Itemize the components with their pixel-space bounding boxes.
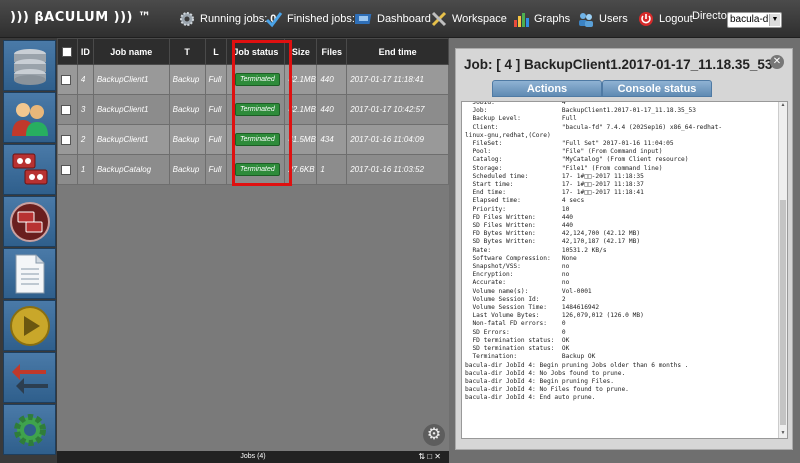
- sidebar-volumes-button[interactable]: [3, 144, 56, 195]
- col-type[interactable]: T: [168, 38, 206, 65]
- running-jobs-indicator[interactable]: Running jobs: 0: [178, 10, 276, 28]
- job-files: 434: [316, 124, 348, 155]
- left-sidebar: [0, 38, 57, 463]
- row-checkbox[interactable]: [61, 134, 71, 145]
- job-name: BackupClient1: [92, 124, 170, 155]
- job-level: Full: [204, 94, 228, 125]
- job-end-time: 2017-01-17 11:18:41: [346, 64, 449, 95]
- col-id[interactable]: ID: [76, 38, 94, 65]
- job-type: Backup: [168, 154, 206, 185]
- tools-icon: [430, 10, 448, 28]
- table-settings-icon[interactable]: ⚙: [423, 424, 445, 446]
- running-jobs-label: Running jobs:: [200, 13, 268, 25]
- job-name: BackupCatalog: [92, 154, 170, 185]
- job-end-time: 2017-01-16 11:03:52: [346, 154, 449, 185]
- power-icon: [637, 10, 655, 28]
- job-files: 440: [316, 64, 348, 95]
- col-files[interactable]: Files: [316, 38, 348, 65]
- users-link[interactable]: Users: [577, 10, 628, 28]
- sidebar-clients-button[interactable]: [3, 92, 56, 143]
- dashboard-icon: [353, 10, 373, 28]
- dashboard-link[interactable]: Dashboard: [353, 10, 431, 28]
- checkmark-icon: [265, 10, 283, 28]
- job-status-highlight-box: [232, 40, 292, 186]
- job-level: Full: [204, 64, 228, 95]
- document-icon: [15, 254, 44, 293]
- col-level[interactable]: L: [204, 38, 228, 65]
- job-detail-panel: Job: [ 4 ] BackupClient1.2017-01-17_11.1…: [455, 48, 793, 450]
- volumes-icon: [12, 153, 47, 184]
- job-type: Backup: [168, 94, 206, 125]
- job-id: 2: [76, 124, 94, 155]
- finished-jobs-label: Finished jobs:: [287, 13, 355, 25]
- scroll-up-icon[interactable]: ▲: [779, 102, 787, 110]
- job-id: 1: [76, 154, 94, 185]
- pools-icon: [9, 201, 50, 242]
- logout-link[interactable]: Logout: [637, 10, 693, 28]
- sidebar-restore-button[interactable]: [3, 352, 56, 403]
- sidebar-jobs-button[interactable]: [3, 248, 56, 299]
- job-end-time: 2017-01-17 10:42:57: [346, 94, 449, 125]
- workspace-label: Workspace: [452, 13, 507, 25]
- settings-gear-icon: [13, 413, 46, 446]
- play-icon: [9, 305, 50, 346]
- job-id: 4: [76, 64, 94, 95]
- job-files: 1: [316, 154, 348, 185]
- clients-icon: [11, 102, 48, 136]
- job-level: Full: [204, 124, 228, 155]
- close-icon[interactable]: ✕: [770, 55, 784, 69]
- sidebar-settings-button[interactable]: [3, 404, 56, 455]
- row-checkbox[interactable]: [61, 74, 71, 85]
- job-detail-title: Job: [ 4 ] BackupClient1.2017-01-17_11.1…: [464, 57, 773, 72]
- job-files: 440: [316, 94, 348, 125]
- job-id: 3: [76, 94, 94, 125]
- chevron-down-icon: ▼: [769, 14, 780, 26]
- director-select[interactable]: bacula-dir ▼: [727, 12, 782, 28]
- sidebar-pools-button[interactable]: [3, 196, 56, 247]
- job-level: Full: [204, 154, 228, 185]
- jobs-count-label: Jobs (4): [240, 453, 266, 460]
- baculum-logo: ))) βACULUM ))) ™: [10, 10, 152, 25]
- users-label: Users: [599, 13, 628, 25]
- restore-arrows-icon: [11, 363, 48, 394]
- job-type: Backup: [168, 124, 206, 155]
- dashboard-label: Dashboard: [377, 13, 431, 25]
- sidebar-run-job-button[interactable]: [3, 300, 56, 351]
- console-output: JobId: 4 Job: BackupClient1.2017-01-17_1…: [461, 101, 788, 439]
- job-end-time: 2017-01-16 11:04:09: [346, 124, 449, 155]
- scrollbar-thumb[interactable]: [780, 200, 786, 425]
- col-job-name[interactable]: Job name: [92, 38, 170, 65]
- job-name: BackupClient1: [92, 94, 170, 125]
- row-checkbox[interactable]: [61, 164, 71, 175]
- users-icon: [577, 10, 595, 28]
- row-checkbox[interactable]: [61, 104, 71, 115]
- top-bar: ))) βACULUM ))) ™ Running jobs: 0 Finish…: [0, 0, 800, 38]
- console-text: JobId: 4 Job: BackupClient1.2017-01-17_1…: [465, 101, 723, 402]
- sidebar-storage-button[interactable]: [3, 40, 56, 91]
- select-all-checkbox[interactable]: [62, 46, 73, 57]
- job-name: BackupClient1: [92, 64, 170, 95]
- logout-label: Logout: [659, 13, 693, 25]
- gear-icon: [178, 10, 196, 28]
- graphs-link[interactable]: Graphs: [512, 10, 570, 28]
- scroll-down-icon[interactable]: ▼: [779, 430, 787, 438]
- finished-jobs-indicator[interactable]: Finished jobs: 4: [265, 10, 364, 28]
- console-scrollbar[interactable]: ▲ ▼: [778, 102, 787, 438]
- tab-console-status[interactable]: Console status: [602, 80, 712, 97]
- col-end-time[interactable]: End time: [346, 38, 449, 65]
- tab-actions[interactable]: Actions: [492, 80, 602, 97]
- bar-chart-icon: [512, 10, 530, 28]
- director-select-value: bacula-dir: [730, 14, 774, 25]
- window-controls[interactable]: ⇅ □ ✕: [418, 451, 441, 463]
- storage-icon: [13, 48, 46, 85]
- jobs-footer: Jobs (4) ⇅ □ ✕: [57, 451, 449, 463]
- select-all-header[interactable]: [57, 38, 78, 65]
- workspace-link[interactable]: Workspace: [430, 10, 507, 28]
- job-type: Backup: [168, 64, 206, 95]
- graphs-label: Graphs: [534, 13, 571, 25]
